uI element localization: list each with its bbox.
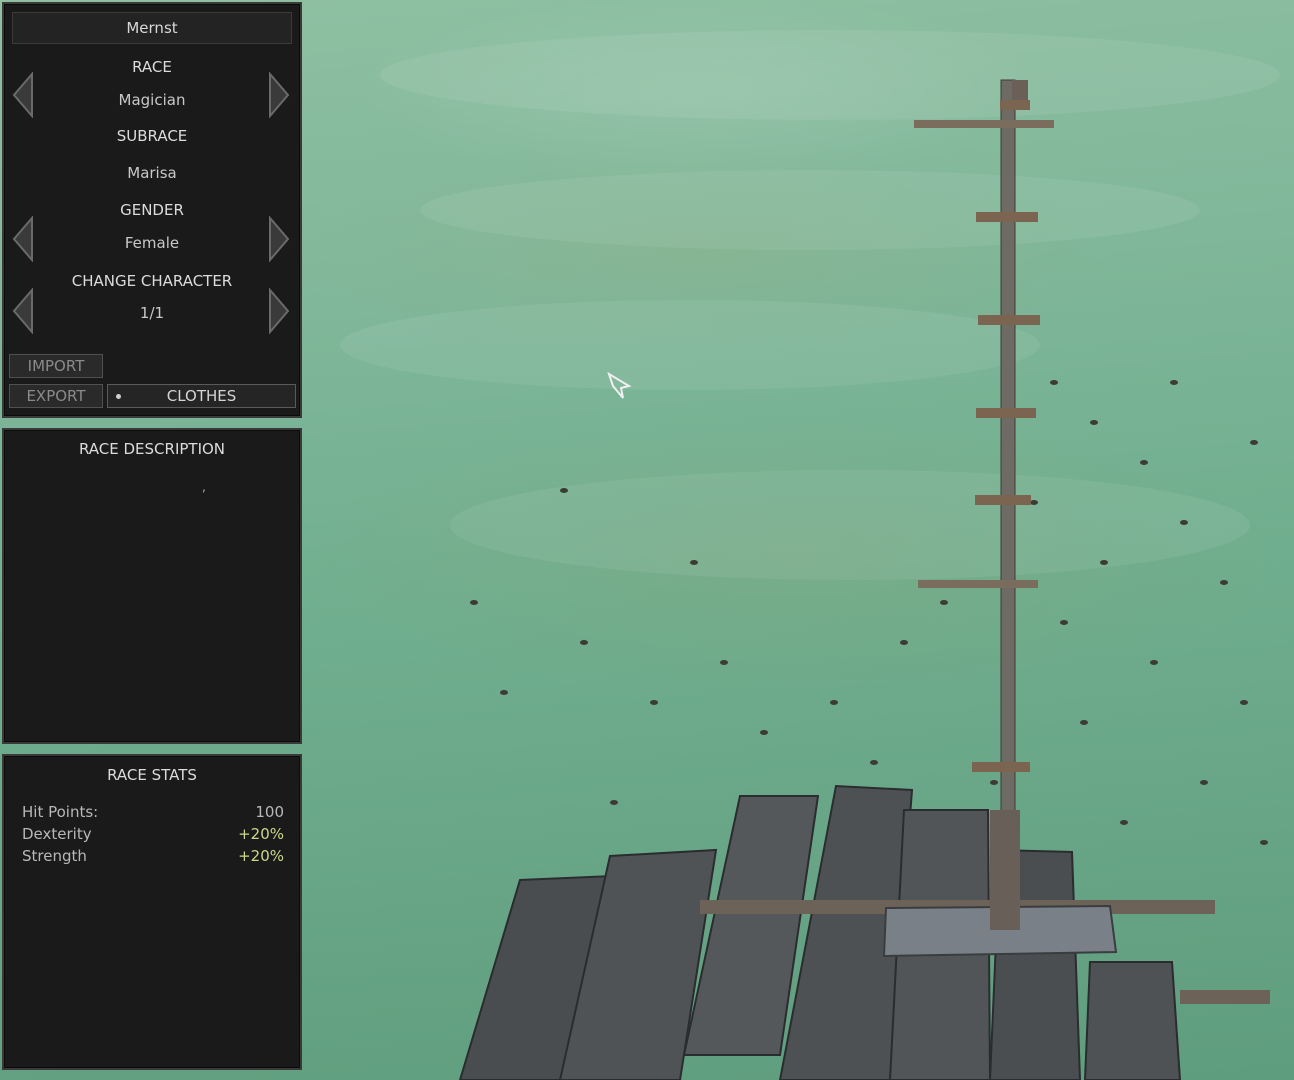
stat-row-strength: Strength +20% [22, 847, 284, 867]
race-description-text: , [202, 480, 206, 494]
stat-name: Hit Points: [22, 803, 99, 821]
arrow-right-icon [269, 216, 290, 262]
stat-name: Dexterity [22, 825, 92, 843]
subrace-label: SUBRACE [116, 127, 188, 145]
import-button[interactable]: IMPORT [9, 354, 103, 378]
stat-value: 100 [255, 803, 284, 821]
gender-value: Female [124, 234, 180, 252]
stat-row-hit-points: Hit Points: 100 [22, 803, 284, 823]
arrow-right-icon [269, 72, 290, 118]
stat-value: +20% [238, 847, 284, 865]
change-character-label: CHANGE CHARACTER [71, 272, 233, 290]
export-button[interactable]: EXPORT [9, 384, 103, 408]
race-description-title: RACE DESCRIPTION [78, 440, 226, 458]
race-value: Magician [118, 91, 186, 109]
race-stats-panel: RACE STATS Hit Points: 100 Dexterity +20… [2, 754, 302, 1070]
race-label: RACE [132, 58, 172, 76]
race-description-panel: RACE DESCRIPTION , [2, 428, 302, 744]
race-next-button[interactable] [266, 72, 292, 118]
clothes-label: CLOTHES [166, 387, 237, 405]
toggle-dot-icon [116, 394, 121, 399]
gender-next-button[interactable] [266, 216, 292, 262]
stat-name: Strength [22, 847, 87, 865]
stat-row-dexterity: Dexterity +20% [22, 825, 284, 845]
character-panel: Mernst RACE Magician SUBRACE Marisa GEND… [2, 2, 302, 418]
mouse-cursor-icon [607, 372, 632, 399]
clothes-toggle-button[interactable]: CLOTHES [107, 384, 296, 408]
gender-label: GENDER [120, 201, 184, 219]
character-next-button[interactable] [266, 288, 292, 334]
arrow-right-icon [269, 288, 290, 334]
character-name[interactable]: Mernst [12, 12, 292, 44]
character-index: 1/1 [139, 304, 165, 322]
stat-value: +20% [238, 825, 284, 843]
race-stats-title: RACE STATS [107, 766, 197, 784]
subrace-value: Marisa [127, 164, 177, 182]
